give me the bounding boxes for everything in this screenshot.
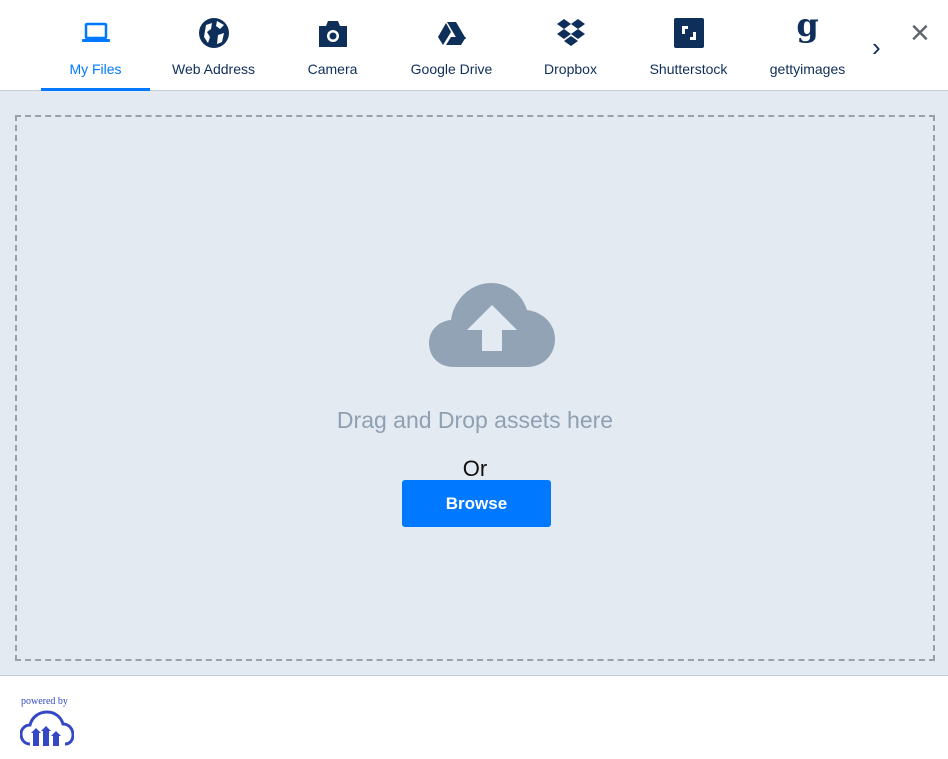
tab-google-drive[interactable]: Google Drive [392,0,511,90]
tab-shutterstock[interactable]: Shutterstock [629,0,748,90]
tab-label: Dropbox [544,61,597,77]
drop-zone[interactable]: Drag and Drop assets here Or Browse [15,115,935,661]
tab-web-address[interactable]: Web Address [154,0,273,90]
tab-camera[interactable]: Camera [273,0,392,90]
or-text: Or [462,456,488,481]
globe-icon [197,16,231,50]
drag-drop-text: Drag and Drop assets here [336,407,614,433]
browse-button[interactable]: Browse [402,480,551,527]
tab-label: Shutterstock [649,61,728,77]
tab-gettyimages[interactable]: g gettyimages [748,0,867,90]
more-sources-chevron-icon[interactable]: › [872,32,881,63]
tab-label: My Files [69,61,122,77]
tab-label: gettyimages [769,61,846,77]
dropbox-icon [554,16,588,50]
source-tabs-bar: My Files Web Address Camera Google Drive… [0,0,948,91]
tab-label: Google Drive [410,61,493,77]
tab-label: Camera [307,61,358,77]
shutterstock-icon [672,16,706,50]
tab-label: Web Address [171,61,255,77]
upload-area: Drag and Drop assets here Or Browse [0,91,948,676]
google-drive-icon [435,16,469,50]
cloudinary-logo-icon[interactable] [20,709,74,747]
powered-by-text: powered by [21,696,68,707]
laptop-icon [79,16,113,50]
close-icon[interactable]: × [910,14,930,53]
gettyimages-icon: g [796,6,819,44]
cloud-upload-icon [429,283,555,367]
camera-icon [316,16,350,50]
tab-my-files[interactable]: My Files [36,0,155,91]
tab-dropbox[interactable]: Dropbox [511,0,630,90]
